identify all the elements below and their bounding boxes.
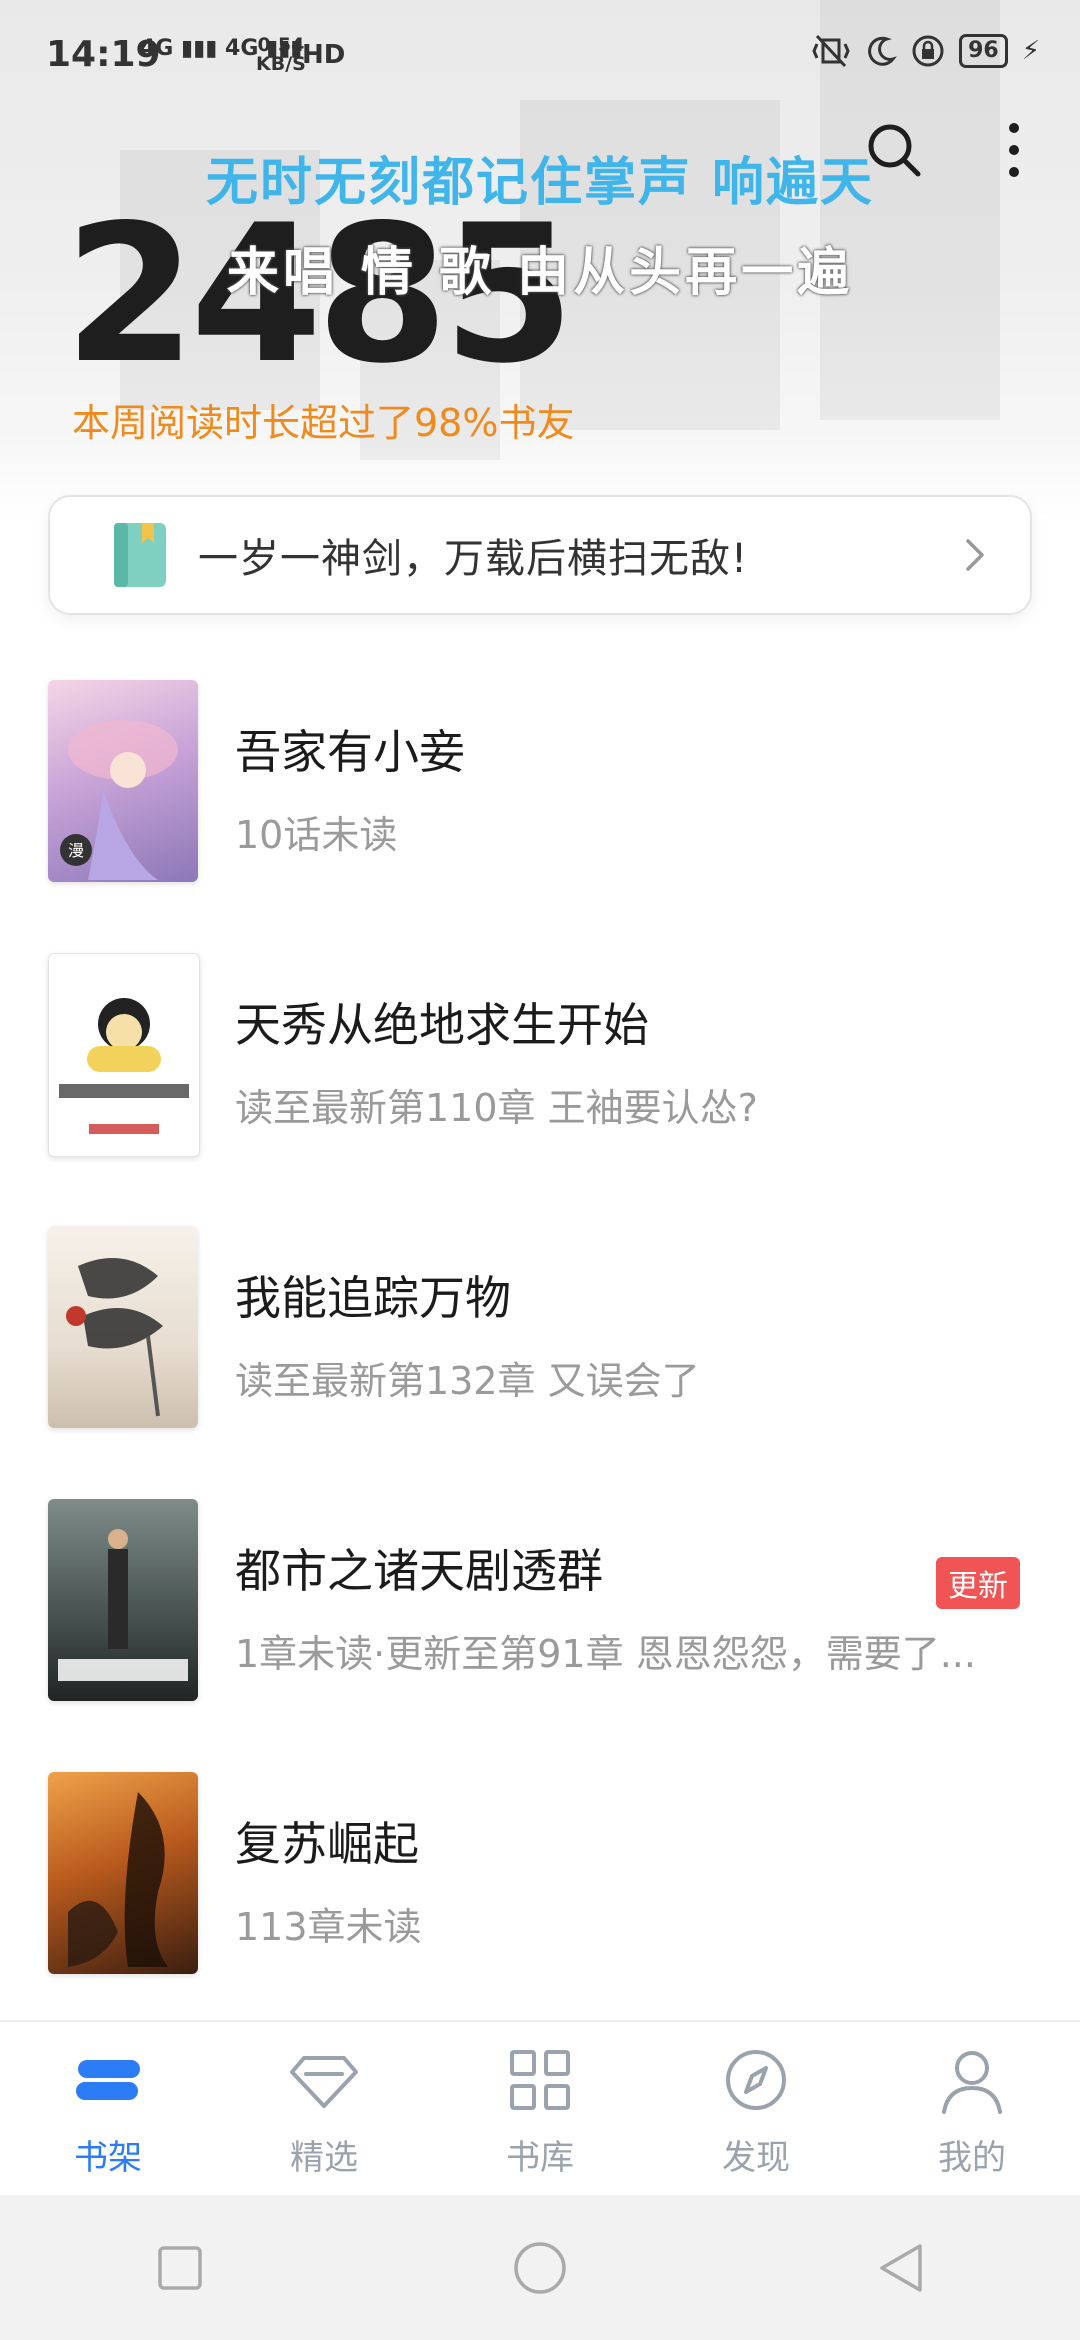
book-progress: 读至最新第110章 王袖要认怂?: [235, 1086, 758, 1130]
back-button[interactable]: [865, 2233, 935, 2303]
net-speed: 0.54 KB/S: [256, 36, 306, 74]
reading-time-caption: 本周阅读时长超过了98%书友: [72, 401, 575, 445]
book-cover: [48, 1772, 198, 1974]
home-button[interactable]: [505, 2233, 575, 2303]
book-title: 吾家有小妾: [235, 725, 465, 779]
signal-icon: ▮▮▮: [181, 36, 218, 61]
tab-discover[interactable]: 发现: [648, 2022, 864, 2197]
net-speed-unit: KB/S: [256, 53, 306, 75]
book-item[interactable]: 我能追踪万物 读至最新第132章 又误会了: [0, 1226, 1080, 1499]
status-bar: 14:19 4G ▮▮▮ 4G ▮▮▮ 0.54 KB/S HD 96 ⚡: [0, 0, 1080, 110]
svg-text:漫: 漫: [68, 841, 84, 860]
book-list: 漫 吾家有小妾 10话未读 天秀从绝地求生开始 读至最新第110章 王袖要认怂?: [0, 680, 1080, 2045]
tab-library[interactable]: 书库: [432, 2022, 648, 2197]
network-label-1: 4G: [140, 36, 174, 61]
lyrics-line-2: 来唱 情 歌 由从头再一遍: [226, 243, 854, 303]
book-progress: 读至最新第132章 又误会了: [235, 1359, 700, 1403]
recommend-banner[interactable]: 一岁一神剑，万载后横扫无敌!: [48, 495, 1032, 615]
book-title: 我能追踪万物: [235, 1271, 511, 1325]
bottom-tab-bar: 书架 精选 书库 发现 我的: [0, 2020, 1080, 2197]
tab-label: 精选: [290, 2138, 358, 2178]
network-label-2: 4G: [225, 36, 259, 61]
tab-bookshelf[interactable]: 书架: [0, 2022, 216, 2197]
book-title: 天秀从绝地求生开始: [235, 998, 649, 1052]
diamond-icon: [290, 2056, 358, 2108]
book-item[interactable]: 复苏崛起 113章未读: [0, 1772, 1080, 2045]
system-nav-bar: [0, 2195, 1080, 2340]
book-item[interactable]: 漫 吾家有小妾 10话未读: [0, 680, 1080, 953]
book-item[interactable]: 天秀从绝地求生开始 读至最新第110章 王袖要认怂?: [0, 953, 1080, 1226]
back-triangle-icon: [880, 2243, 922, 2292]
book-progress: 1章未读·更新至第91章 恩恩怨怨，需要了...: [235, 1632, 976, 1676]
book-cover: [48, 1226, 198, 1428]
battery-indicator: 96: [959, 34, 1008, 68]
book-title: 都市之诸天剧透群: [235, 1544, 603, 1598]
grid-icon: [510, 2050, 570, 2110]
book-cover: 漫: [48, 680, 198, 882]
tab-profile[interactable]: 我的: [864, 2022, 1080, 2197]
tab-label: 发现: [722, 2138, 790, 2178]
circle-icon: [514, 2241, 566, 2294]
bookshelf-icon: [76, 2060, 140, 2100]
compass-icon: [726, 2050, 786, 2110]
book-progress: 10话未读: [235, 813, 398, 857]
book-cover: [48, 1499, 198, 1701]
recents-button[interactable]: [145, 2233, 215, 2303]
status-right: 96 ⚡: [811, 34, 1040, 68]
book-cover: [48, 953, 200, 1157]
tab-label: 书架: [74, 2138, 142, 2178]
book-progress: 113章未读: [235, 1905, 422, 1949]
book-icon: [114, 523, 166, 587]
lock-rotation-icon: [912, 35, 944, 67]
square-icon: [158, 2245, 202, 2290]
lyrics-line-1: 无时无刻都记住掌声 响遍天: [205, 153, 875, 213]
tab-label: 我的: [938, 2138, 1006, 2178]
vibrate-icon: [812, 34, 850, 68]
charging-icon: ⚡: [1021, 36, 1040, 66]
banner-text: 一岁一神剑，万载后横扫无敌!: [198, 536, 749, 582]
book-item[interactable]: 都市之诸天剧透群 更新 1章未读·更新至第91章 恩恩怨怨，需要了...: [0, 1499, 1080, 1772]
tab-featured[interactable]: 精选: [216, 2022, 432, 2197]
chevron-right-icon: [966, 539, 984, 571]
book-title: 复苏崛起: [235, 1817, 419, 1871]
update-badge: 更新: [936, 1557, 1020, 1609]
tab-label: 书库: [506, 2138, 574, 2178]
moon-icon: [868, 36, 898, 66]
hd-indicator: HD: [302, 40, 346, 70]
user-icon: [942, 2051, 1002, 2114]
